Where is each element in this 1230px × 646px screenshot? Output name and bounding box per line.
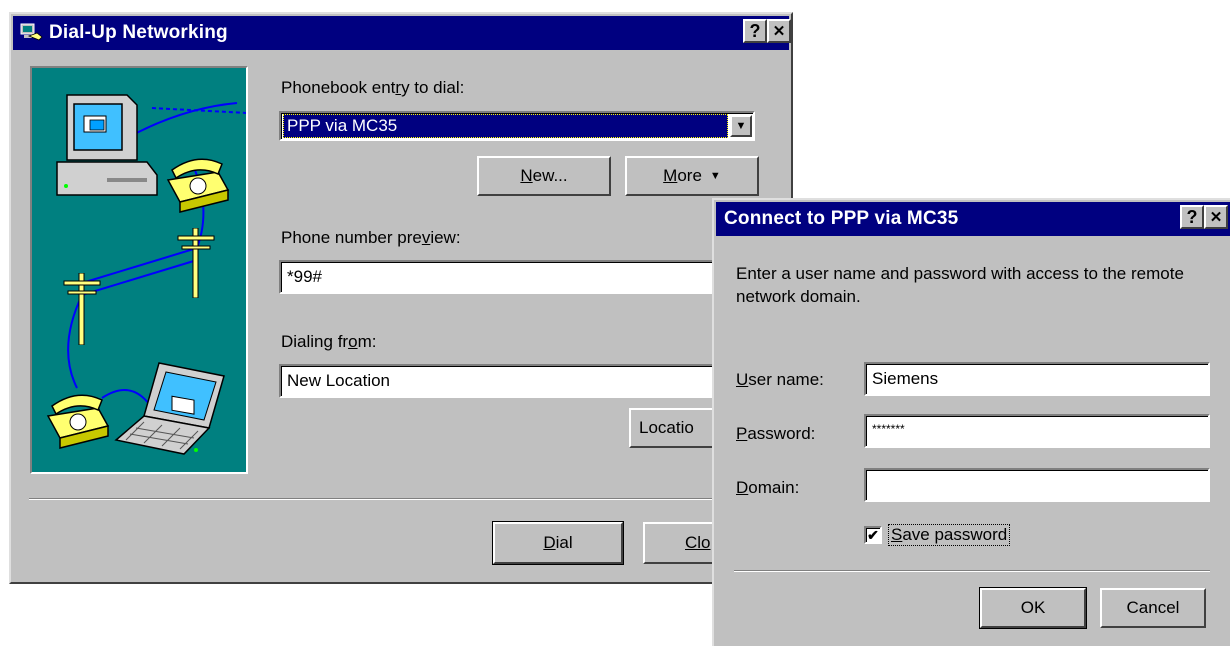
close-dialog-button-label: Clo [685, 533, 711, 552]
telephone-pole-icon [174, 227, 218, 303]
dialing-from-label-part: m: [357, 332, 377, 351]
save-password-accel: S [891, 525, 903, 544]
cancel-button[interactable]: Cancel [1100, 588, 1206, 628]
divider [734, 570, 1210, 572]
domain-label-part: omain: [748, 478, 800, 497]
divider [29, 498, 769, 500]
password-label-accel: P [736, 424, 748, 443]
connect-dialog: Connect to PPP via MC35 ? ✕ Enter a user… [712, 198, 1230, 646]
dialing-from-label: Dialing from: [281, 332, 376, 352]
checkbox-check-icon[interactable]: ✔ [864, 526, 882, 544]
new-button-accel: N [520, 166, 533, 185]
phonebook-selected-value: PPP via MC35 [283, 114, 728, 138]
help-button[interactable]: ? [1180, 205, 1204, 229]
telephone-pole-icon [60, 272, 104, 350]
dialup-titlebar[interactable]: Dial-Up Networking [13, 16, 789, 50]
dialup-window: Dial-Up Networking ? ✕ Phonebook entry t… [9, 12, 793, 584]
user-name-label-accel: U [736, 370, 749, 389]
more-button-accel: M [663, 166, 678, 185]
chevron-down-icon[interactable]: ▼ [730, 115, 752, 137]
save-password-checkbox[interactable]: ✔ Save password [864, 524, 1011, 546]
computer-icon [52, 90, 162, 205]
phone-preview-label-part: Phone number pre [281, 228, 422, 247]
connect-message: Enter a user name and password with acce… [736, 264, 1184, 306]
dial-button-label: ial [555, 533, 573, 552]
telephone-icon [162, 150, 232, 225]
phonebook-dropdown[interactable]: PPP via MC35 ▼ [279, 111, 755, 141]
connect-title: Connect to PPP via MC35 [724, 208, 959, 229]
dial-button-accel: D [543, 533, 556, 552]
dialing-from-label-part: Dialing fr [281, 332, 349, 351]
ok-button[interactable]: OK [979, 587, 1087, 629]
user-name-label: User name: [736, 370, 824, 390]
new-button[interactable]: New... [477, 156, 611, 196]
telephone-icon [42, 386, 112, 461]
chevron-down-icon: ▼ [709, 170, 721, 182]
new-button-label: ew... [532, 166, 568, 185]
save-password-label-part: ave password [902, 525, 1008, 544]
password-label: Password: [736, 424, 815, 444]
dial-button[interactable]: Dial [492, 521, 624, 565]
domain-input[interactable] [864, 468, 1210, 502]
connect-titlebar[interactable]: Connect to PPP via MC35 [716, 202, 1230, 236]
dialup-title: Dial-Up Networking [49, 22, 228, 43]
phone-preview-field: *99# [279, 260, 759, 294]
help-button[interactable]: ? [743, 19, 767, 43]
more-button[interactable]: More ▼ [625, 156, 759, 196]
phonebook-label-part: Phonebook ent [281, 78, 396, 97]
dialup-networking-icon [19, 22, 43, 44]
more-button-label: ore [677, 166, 702, 185]
illustration-panel [30, 66, 248, 474]
user-name-input[interactable]: Siemens [864, 362, 1210, 396]
close-button[interactable]: ✕ [1204, 205, 1228, 229]
phone-preview-label-part: iew: [430, 228, 461, 247]
close-button[interactable]: ✕ [767, 19, 791, 43]
domain-label: Domain: [736, 478, 799, 498]
laptop-icon [114, 358, 234, 463]
password-input[interactable]: ******* [864, 414, 1210, 448]
phone-preview-label: Phone number preview: [281, 228, 461, 248]
dialing-from-field: New Location [279, 364, 759, 398]
location-button-label: Locatio [639, 418, 694, 437]
password-label-part: assword: [747, 424, 816, 443]
save-password-label: Save password [888, 524, 1011, 546]
phonebook-label: Phonebook entry to dial: [281, 78, 464, 98]
user-name-label-part: ser name: [748, 370, 824, 389]
domain-label-accel: D [736, 478, 749, 497]
phonebook-label-part: y to dial: [401, 78, 465, 97]
dialing-from-label-accel: o [348, 332, 358, 351]
